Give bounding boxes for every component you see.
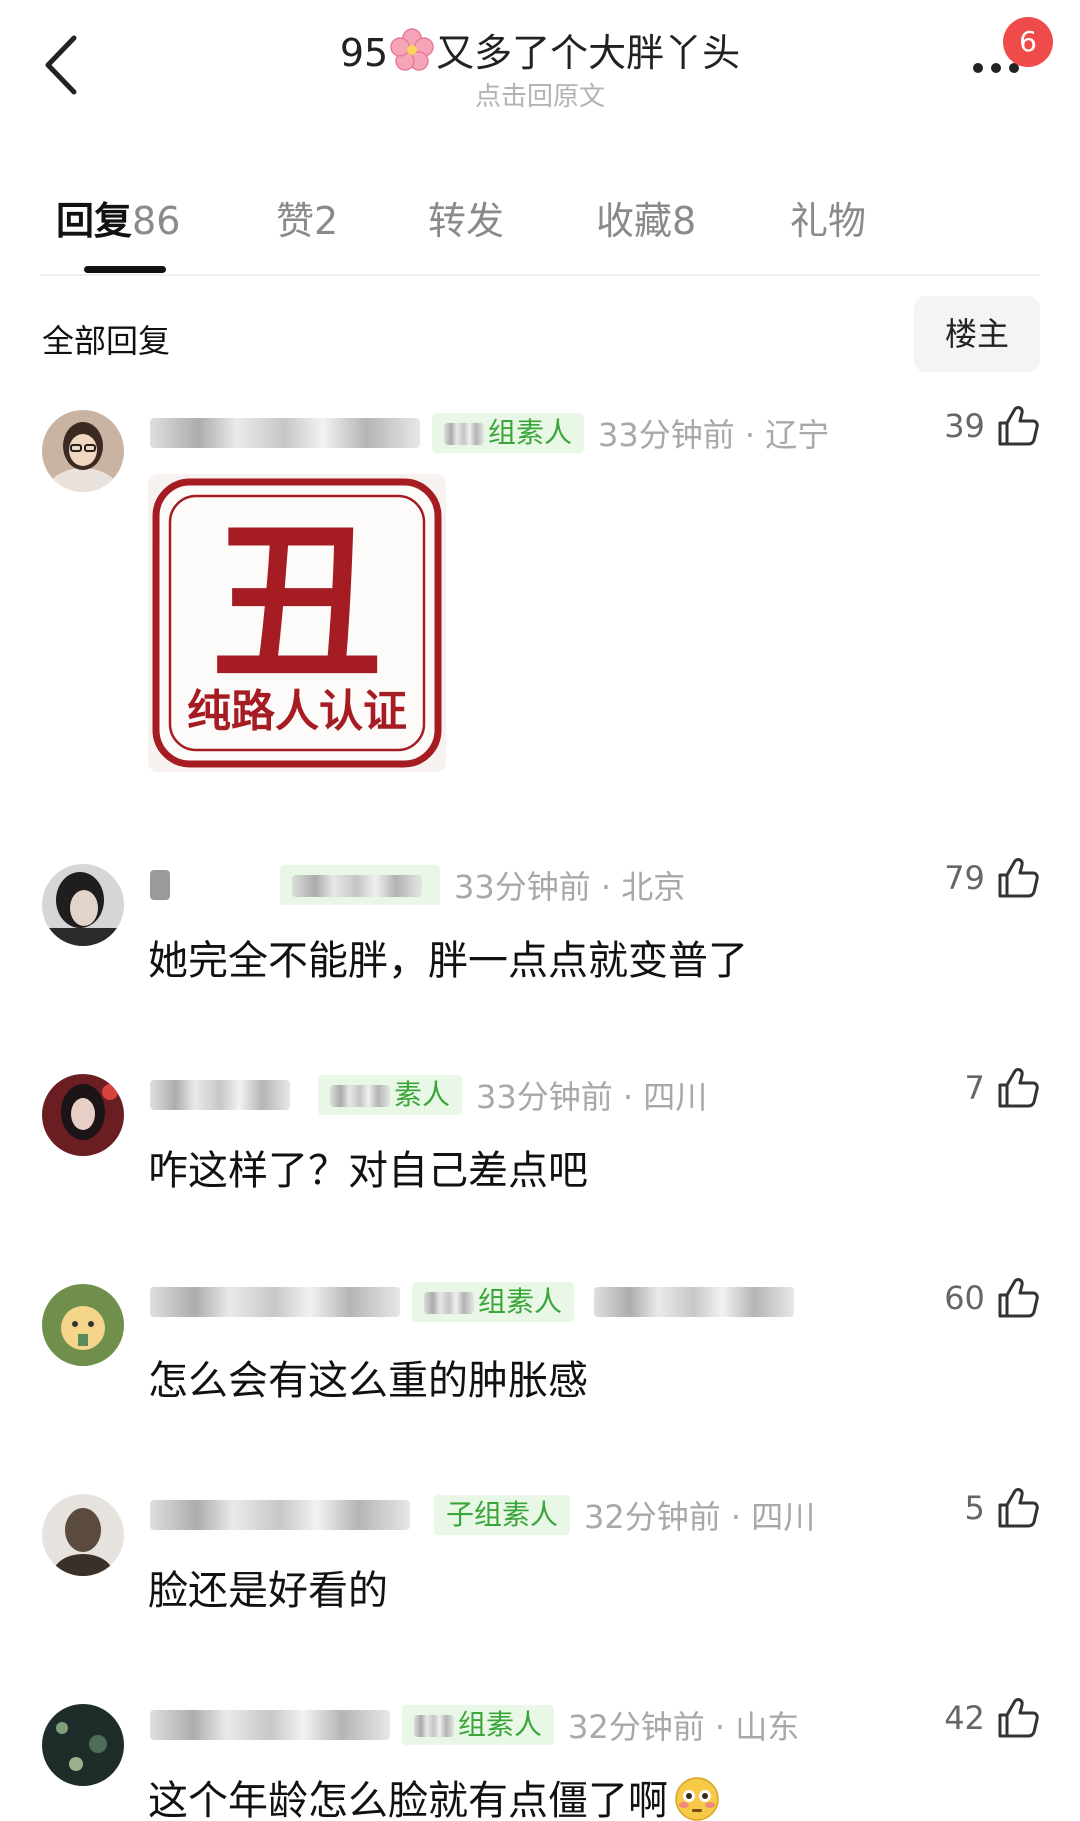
time-location-blurred (594, 1287, 795, 1317)
comment-item: 素人 33分钟前 · 四川 7 咋这样了？对自己差点吧 (0, 1068, 1080, 1194)
group-tag-label: 素人 (394, 1078, 451, 1111)
comment-meta: 组素人 32分钟前 · 山东 (150, 1702, 799, 1748)
tab-replies[interactable]: 回复86 (56, 190, 180, 245)
cherry-blossom-icon (388, 28, 436, 81)
comment-text: 咋这样了？对自己差点吧 (148, 1148, 588, 1194)
group-tag-blurred (292, 875, 422, 897)
like-count: 42 (944, 1699, 985, 1737)
like-count: 7 (964, 1069, 985, 1107)
group-tag-label: 组素人 (488, 416, 573, 449)
group-tag-label: 组素人 (458, 1708, 543, 1741)
view-original-link[interactable]: 点击回原文 (0, 76, 1080, 113)
thumbs-up-icon (998, 406, 1039, 446)
comment-time-location: 32分钟前 · 山东 (568, 1708, 800, 1746)
comment-item: 组素人 32分钟前 · 山东 42 这个年龄怎么脸就有点僵了啊 (0, 1698, 1080, 1821)
tab-label: 礼物 (790, 199, 867, 243)
group-tag-blurred (414, 1715, 454, 1737)
comment-meta: 子组素人 32分钟前 · 四川 (150, 1492, 815, 1538)
like-button[interactable]: 79 (944, 856, 1040, 912)
like-button[interactable]: 5 (965, 1486, 1040, 1542)
comment-time-location: 33分钟前 · 辽宁 (598, 416, 830, 454)
like-count: 79 (944, 859, 985, 897)
tab-count: 2 (314, 199, 339, 243)
username-blurred[interactable] (150, 1710, 390, 1740)
top-bar: 95 又多了个大胖丫头 点击回原文 6 (0, 0, 1080, 150)
comment-item: 33分钟前 · 北京 79 她完全不能胖，胖一点点就变普了 (0, 858, 1080, 984)
avatar[interactable] (42, 864, 124, 946)
thumbs-up-icon (998, 1278, 1039, 1318)
like-count: 60 (944, 1279, 985, 1317)
thumbs-up-icon (998, 1488, 1039, 1528)
comment-text: 这个年龄怎么脸就有点僵了啊 (148, 1768, 720, 1821)
group-tag-label: 组素人 (478, 1285, 563, 1318)
comment-time-location: 32分钟前 · 四川 (584, 1498, 816, 1536)
tab-likes[interactable]: 赞2 (276, 190, 338, 245)
thumbs-up-icon (998, 1698, 1039, 1738)
tab-count: 8 (672, 199, 697, 243)
post-title-prefix: 95 (339, 31, 389, 75)
comment-meta: 组素人 (150, 1282, 795, 1328)
group-tag[interactable]: 组素人 (412, 1282, 575, 1322)
username-blurred[interactable] (150, 1287, 400, 1317)
tab-label: 赞 (276, 199, 315, 243)
flushed-face-icon (674, 1776, 720, 1821)
group-tag-blurred (424, 1292, 474, 1314)
avatar[interactable] (42, 1284, 124, 1366)
tab-bar: 回复86 赞2 转发 收藏8 礼物 (0, 180, 1080, 280)
avatar[interactable] (42, 1704, 124, 1786)
group-tag[interactable] (280, 865, 440, 905)
like-button[interactable]: 7 (965, 1066, 1040, 1122)
comment-time-location: 33分钟前 · 北京 (454, 868, 686, 906)
comment-meta: 33分钟前 · 北京 (150, 862, 685, 908)
avatar[interactable] (42, 1494, 124, 1576)
group-tag-label: 子组素人 (446, 1498, 559, 1531)
comment-meta: 组素人 33分钟前 · 辽宁 (150, 410, 829, 456)
username-blurred[interactable] (150, 418, 420, 448)
like-count: 5 (964, 1489, 985, 1527)
comment-sticker-image[interactable]: 丑 纯路人认证 (148, 474, 446, 772)
thumbs-up-icon (998, 1068, 1039, 1108)
username-blurred[interactable] (150, 1500, 410, 1530)
comment-time-location: 33分钟前 · 四川 (476, 1078, 708, 1116)
like-button[interactable]: 42 (944, 1696, 1040, 1752)
comment-text: 脸还是好看的 (148, 1568, 388, 1614)
group-tag[interactable]: 组素人 (432, 413, 585, 453)
comment-text: 怎么会有这么重的肿胀感 (148, 1358, 588, 1404)
comment-item: 组素人 33分钟前 · 辽宁 39 丑 纯路人认证 (0, 406, 1080, 780)
comment-text: 她完全不能胖，胖一点点就变普了 (148, 938, 748, 984)
like-button[interactable]: 39 (944, 404, 1040, 460)
avatar[interactable] (42, 1074, 124, 1156)
group-tag-blurred (330, 1085, 390, 1107)
group-tag[interactable]: 子组素人 (434, 1495, 571, 1535)
avatar[interactable] (42, 410, 124, 492)
group-tag[interactable]: 组素人 (402, 1705, 555, 1745)
comment-meta: 素人 33分钟前 · 四川 (150, 1072, 707, 1118)
like-button[interactable]: 60 (944, 1276, 1040, 1332)
divider (40, 274, 1040, 276)
tab-label: 收藏 (596, 199, 673, 243)
tab-gifts[interactable]: 礼物 (790, 190, 866, 245)
tab-label: 转发 (428, 199, 505, 243)
tab-label: 回复 (56, 199, 133, 243)
like-count: 39 (944, 407, 985, 445)
active-tab-indicator (84, 266, 166, 273)
sticker-caption: 纯路人认证 (187, 686, 407, 737)
notification-badge: 6 (1003, 17, 1053, 67)
tab-reposts[interactable]: 转发 (428, 190, 504, 245)
tab-count: 86 (132, 199, 181, 243)
post-title-text: 又多了个大胖丫头 (436, 31, 741, 75)
thumbs-up-icon (998, 858, 1039, 898)
owner-only-button[interactable]: 楼主 (914, 296, 1040, 372)
sticker-character: 丑 (212, 503, 382, 703)
comment-item: 组素人 60 怎么会有这么重的肿胀感 (0, 1278, 1080, 1404)
group-tag[interactable]: 素人 (318, 1075, 463, 1115)
tab-favorites[interactable]: 收藏8 (596, 190, 696, 245)
username-blurred[interactable] (150, 870, 170, 900)
username-blurred[interactable] (150, 1080, 290, 1110)
group-tag-blurred (444, 423, 484, 445)
all-replies-label[interactable]: 全部回复 (42, 316, 170, 362)
comment-text-body: 这个年龄怎么脸就有点僵了啊 (148, 1778, 668, 1821)
post-title[interactable]: 95 又多了个大胖丫头 (0, 22, 1080, 81)
comment-item: 子组素人 32分钟前 · 四川 5 脸还是好看的 (0, 1488, 1080, 1614)
